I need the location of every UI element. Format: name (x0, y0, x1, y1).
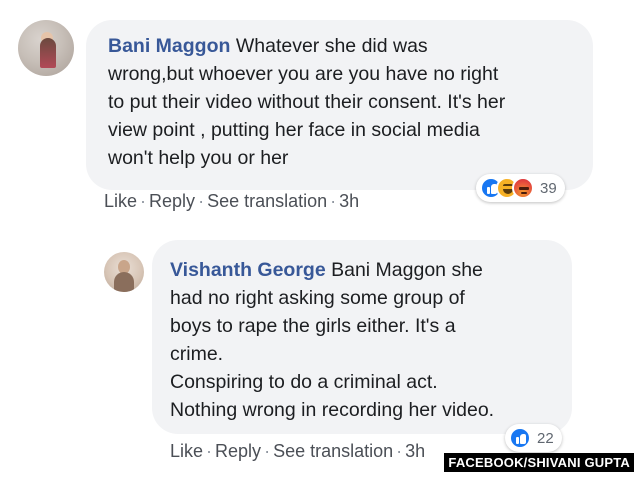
reactions-summary[interactable]: 39 (476, 174, 565, 202)
like-link[interactable]: Like (170, 441, 203, 461)
avatar-body-shape (114, 272, 134, 292)
reaction-count: 22 (537, 429, 554, 447)
comment-actions: Like · Reply · See translation · 3h (104, 191, 359, 212)
comment-body-line: Whatever she did was (235, 35, 428, 57)
separator-dot: · (140, 191, 147, 211)
timestamp-link[interactable]: 3h (339, 191, 359, 211)
like-icon (509, 427, 531, 449)
comment-body-line: to put their video without their consent… (108, 91, 506, 113)
reactions-summary[interactable]: 22 (505, 424, 562, 452)
reply-author-link[interactable]: Vishanth George (170, 259, 326, 281)
commenter-avatar[interactable] (18, 20, 74, 76)
separator-dot: · (330, 191, 337, 211)
reaction-count: 39 (540, 179, 557, 197)
reply-body-line: crime. (170, 343, 224, 365)
mention-text: Bani Maggon she (331, 259, 483, 281)
see-translation-link[interactable]: See translation (207, 191, 327, 211)
timestamp-link[interactable]: 3h (405, 441, 425, 461)
separator-dot: · (264, 441, 271, 461)
avatar-figure-shape (40, 38, 56, 68)
reply-link[interactable]: Reply (149, 191, 195, 211)
comment-bubble: Bani Maggon Whatever she did was wrong,b… (86, 20, 593, 190)
comment-body-line: won't help you or her (108, 147, 289, 169)
reply-actions: Like · Reply · See translation · 3h (170, 441, 425, 462)
separator-dot: · (396, 441, 403, 461)
reply-text: Vishanth George Bani Maggon she had no r… (170, 256, 552, 424)
comment-body-line: view point , putting her face in social … (108, 119, 480, 141)
replier-avatar[interactable] (104, 252, 144, 292)
comment-author-link[interactable]: Bani Maggon (108, 35, 230, 57)
image-credit: FACEBOOK/SHIVANI GUPTA (444, 453, 634, 472)
reply-body-line: had no right asking some group of (170, 287, 465, 309)
comment-body-line: wrong,but whoever you are you have no ri… (108, 63, 499, 85)
reply-body-line: Conspiring to do a criminal act. (170, 371, 438, 393)
comment-text: Bani Maggon Whatever she did was wrong,b… (108, 32, 569, 172)
reply-bubble: Vishanth George Bani Maggon she had no r… (152, 240, 572, 434)
reply-link[interactable]: Reply (215, 441, 261, 461)
reply-body-line: boys to rape the girls either. It's a (170, 315, 456, 337)
like-link[interactable]: Like (104, 191, 137, 211)
angry-icon (512, 177, 534, 199)
separator-dot: · (198, 191, 205, 211)
separator-dot: · (206, 441, 213, 461)
see-translation-link[interactable]: See translation (273, 441, 393, 461)
reply-body-line: Nothing wrong in recording her video. (170, 399, 495, 421)
